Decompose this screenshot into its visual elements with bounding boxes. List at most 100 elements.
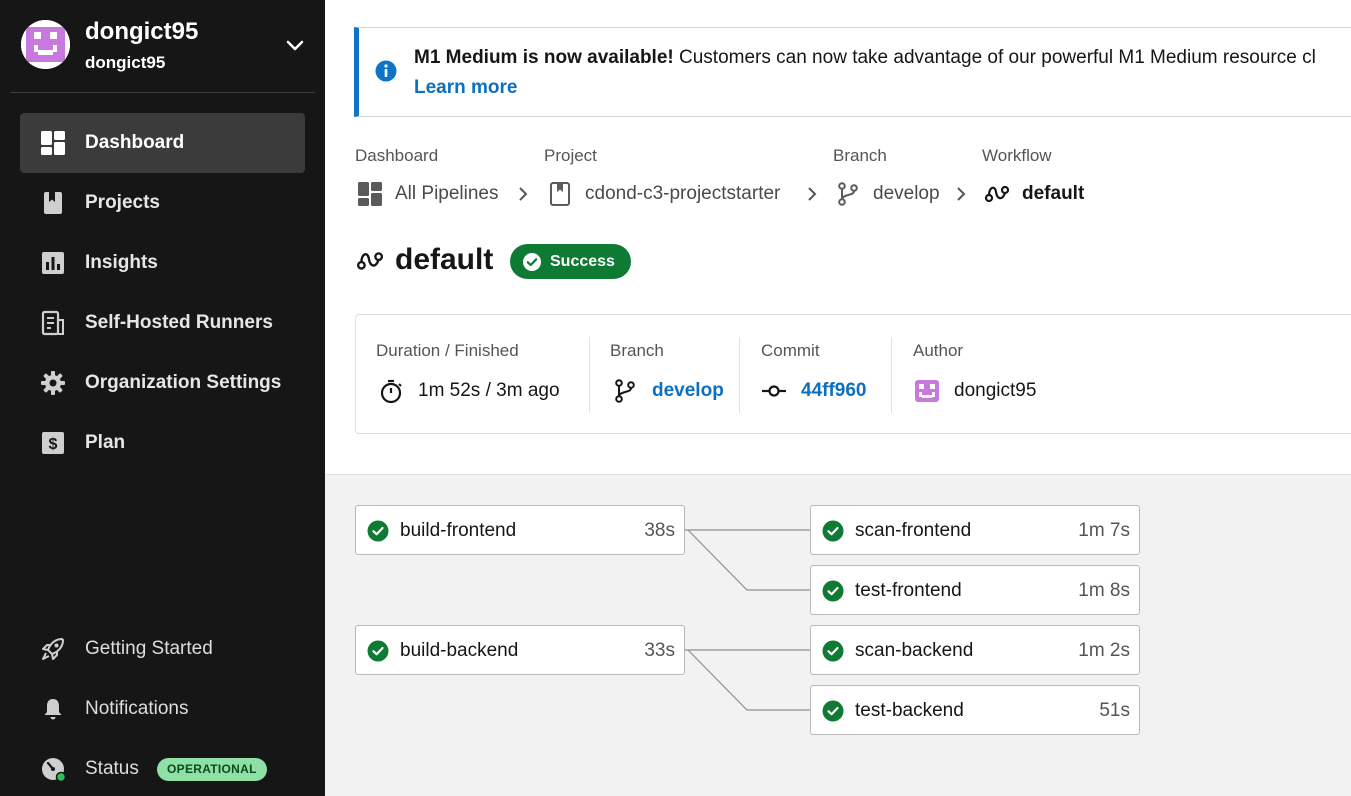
check-circle-icon	[367, 640, 389, 662]
job-name: build-frontend	[400, 520, 517, 541]
stopwatch-icon	[380, 379, 402, 404]
author-label: Author	[913, 341, 964, 360]
sidebar-item-insights[interactable]: Insights	[20, 233, 305, 293]
workflow-icon	[984, 185, 1010, 203]
chevron-right-icon	[519, 187, 528, 201]
job-duration: 33s	[644, 640, 675, 661]
dollar-icon: $	[42, 432, 64, 454]
job-name: build-backend	[400, 640, 519, 661]
sidebar-item-projects[interactable]: Projects	[20, 173, 305, 233]
breadcrumb-header-project: Project	[544, 146, 597, 165]
rocket-icon	[42, 638, 64, 660]
workflow-details-card: Duration / Finished 1m 52s / 3m ago Bran…	[355, 314, 1351, 434]
bookmark-icon	[550, 182, 570, 206]
banner-message: M1 Medium is now available! Customers ca…	[414, 47, 1316, 69]
bell-icon	[44, 699, 62, 720]
page-title: default	[395, 243, 494, 276]
author-value: dongict95	[914, 377, 1036, 405]
sidebar-item-self-hosted-runners[interactable]: Self-Hosted Runners	[20, 293, 305, 353]
org-subtitle: dongict95	[85, 53, 166, 72]
bookmark-icon	[44, 192, 62, 214]
sidebar-item-plan[interactable]: $ Plan	[20, 413, 305, 473]
org-avatar	[21, 20, 70, 69]
dashboard-icon	[358, 182, 382, 206]
breadcrumb-branch[interactable]: develop	[835, 180, 940, 208]
check-circle-icon	[523, 252, 541, 271]
commit-label: Commit	[761, 341, 820, 360]
commit-text: 44ff960	[801, 380, 867, 401]
job-build-backend[interactable]: build-backend 33s	[355, 625, 685, 675]
check-circle-icon	[822, 580, 844, 602]
job-name: scan-backend	[855, 640, 974, 661]
breadcrumb-label: develop	[873, 183, 940, 204]
learn-more-link[interactable]: Learn more	[414, 77, 517, 99]
column-divider	[589, 337, 590, 413]
commit-link[interactable]: 44ff960	[761, 377, 867, 405]
sidebar-divider	[10, 92, 315, 93]
breadcrumb-workflow: default	[984, 180, 1084, 208]
column-divider	[891, 337, 892, 413]
breadcrumb-header-workflow: Workflow	[982, 146, 1052, 165]
info-icon	[375, 60, 397, 82]
branch-icon	[615, 379, 635, 403]
job-name: test-backend	[855, 700, 964, 721]
job-name: scan-frontend	[855, 520, 972, 541]
job-duration: 38s	[644, 520, 675, 541]
sidebar-item-label: Getting Started	[85, 638, 213, 659]
org-switcher[interactable]: dongict95 dongict95	[0, 0, 325, 92]
sidebar-item-getting-started[interactable]: Getting Started	[20, 619, 305, 679]
sidebar-item-label: Notifications	[85, 698, 189, 719]
sidebar-item-label: Projects	[85, 192, 160, 213]
sidebar-item-notifications[interactable]: Notifications	[20, 679, 305, 739]
avatar	[915, 380, 939, 402]
banner-body: Customers can now take advantage of our …	[673, 47, 1316, 68]
job-test-backend[interactable]: test-backend 51s	[810, 685, 1140, 735]
announcement-banner: M1 Medium is now available! Customers ca…	[354, 27, 1351, 117]
job-name: test-frontend	[855, 580, 962, 601]
sidebar-item-label: Self-Hosted Runners	[85, 312, 273, 333]
sidebar-item-label: Plan	[85, 432, 126, 453]
job-build-frontend[interactable]: build-frontend 38s	[355, 505, 685, 555]
status-label: Success	[550, 252, 615, 270]
breadcrumb-label: cdond-c3-projectstarter	[585, 183, 781, 204]
svg-text:$: $	[49, 436, 58, 453]
sidebar-item-dashboard[interactable]: Dashboard	[20, 113, 305, 173]
sidebar: dongict95 dongict95 Dashboard Projects I…	[0, 0, 325, 796]
breadcrumb-header-dashboard: Dashboard	[355, 146, 439, 165]
bar-chart-icon	[42, 252, 64, 274]
job-test-frontend[interactable]: test-frontend 1m 8s	[810, 565, 1140, 615]
banner-title: M1 Medium is now available!	[414, 47, 674, 68]
breadcrumb-label: default	[1022, 183, 1085, 204]
branch-icon	[838, 182, 858, 206]
job-duration: 1m 2s	[1078, 640, 1130, 661]
status-badge: Success	[510, 244, 631, 279]
check-circle-icon	[822, 520, 844, 542]
branch-text: develop	[652, 380, 724, 401]
job-duration: 1m 8s	[1078, 580, 1130, 601]
duration-text: 1m 52s / 3m ago	[418, 380, 560, 401]
breadcrumb-all-pipelines[interactable]: All Pipelines	[357, 180, 499, 208]
chevron-down-icon[interactable]	[283, 34, 307, 58]
runner-icon	[41, 310, 64, 336]
job-duration: 1m 7s	[1078, 520, 1130, 541]
org-name: dongict95	[85, 18, 199, 45]
column-divider	[739, 337, 740, 413]
job-scan-frontend[interactable]: scan-frontend 1m 7s	[810, 505, 1140, 555]
chevron-right-icon	[957, 187, 966, 201]
gauge-icon	[42, 758, 66, 782]
branch-link[interactable]: develop	[612, 377, 724, 405]
check-circle-icon	[822, 640, 844, 662]
check-circle-icon	[822, 700, 844, 722]
branch-label: Branch	[610, 341, 664, 360]
breadcrumb-header-branch: Branch	[833, 146, 887, 165]
status-badge: OPERATIONAL	[157, 758, 267, 781]
duration-label: Duration / Finished	[376, 341, 519, 360]
breadcrumb-label: All Pipelines	[395, 183, 499, 204]
author-text: dongict95	[954, 380, 1037, 401]
sidebar-item-organization-settings[interactable]: Organization Settings	[20, 353, 305, 413]
breadcrumb-project[interactable]: cdond-c3-projectstarter	[547, 180, 780, 208]
dashboard-icon	[41, 131, 65, 155]
sidebar-item-label: Insights	[85, 252, 158, 273]
sidebar-item-label: Status	[85, 758, 139, 779]
job-scan-backend[interactable]: scan-backend 1m 2s	[810, 625, 1140, 675]
